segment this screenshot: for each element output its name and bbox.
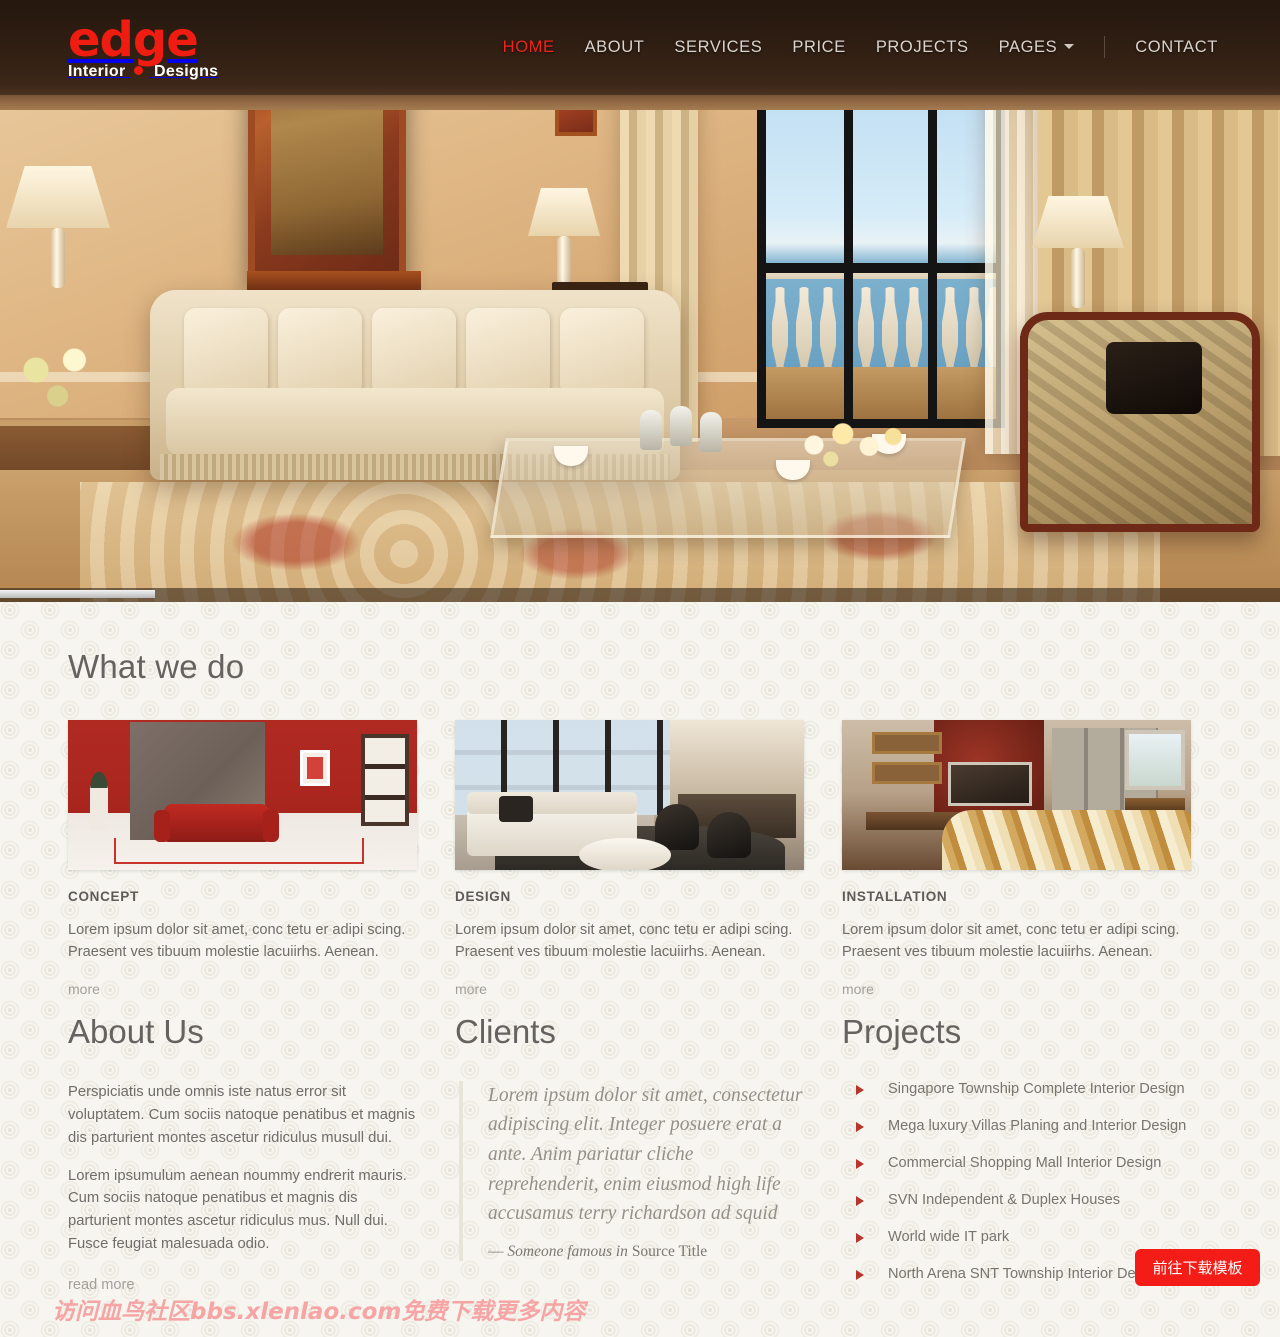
- slider-progress-bar[interactable]: [0, 588, 1280, 602]
- hero-table-lamp: [6, 166, 110, 288]
- hero-window-rail: [766, 263, 996, 273]
- service-card-design[interactable]: DESIGN Lorem ipsum dolor sit amet, conc …: [455, 720, 804, 999]
- about-us-heading: About Us: [68, 1012, 204, 1050]
- project-label: Mega luxury Villas Planing and Interior …: [888, 1117, 1187, 1134]
- service-body: Lorem ipsum dolor sit amet, conc tetu er…: [68, 922, 406, 960]
- nav-item-home[interactable]: HOME: [503, 38, 555, 57]
- main-content: What we do CONCEPT Lorem ipsum dolor sit…: [0, 648, 1280, 1303]
- attribution-name: Someone famous: [507, 1242, 612, 1260]
- site-header: edge Interior Designs HOME ABOUT SERVICE…: [0, 0, 1280, 95]
- nav-item-projects[interactable]: PROJECTS: [876, 38, 969, 57]
- project-label: SVN Independent & Duplex Houses: [888, 1191, 1121, 1208]
- site-logo[interactable]: edge Interior Designs: [68, 12, 238, 81]
- nav-item-contact[interactable]: CONTACT: [1135, 38, 1218, 57]
- hero-window-mullion: [844, 67, 853, 419]
- nav-divider: [1104, 36, 1106, 58]
- chevron-down-icon: [1064, 43, 1075, 49]
- projects-heading: Projects: [842, 1012, 962, 1050]
- what-we-do-heading: What we do: [68, 648, 245, 685]
- site-watermark: 访问血鸟社区bbs.xlenlao.com免费下载更多内容: [52, 1299, 586, 1325]
- logo-wordmark: edge: [68, 12, 199, 68]
- clients-column: Clients Lorem ipsum dolor sit amet, cons…: [455, 1013, 804, 1303]
- project-label: Commercial Shopping Mall Interior Design: [888, 1154, 1162, 1171]
- service-body: Lorem ipsum dolor sit amet, conc tetu er…: [455, 922, 793, 960]
- service-more-link[interactable]: more: [455, 981, 487, 997]
- service-image-concept[interactable]: [68, 720, 417, 870]
- nav-item-about[interactable]: ABOUT: [585, 38, 645, 57]
- logo-tagline-right: Designs: [154, 63, 219, 81]
- service-image-installation[interactable]: [842, 720, 1191, 870]
- triangle-bullet-icon: [856, 1232, 864, 1243]
- triangle-bullet-icon: [856, 1121, 864, 1132]
- main-navigation: HOME ABOUT SERVICES PRICE PROJECTS PAGES…: [503, 36, 1218, 58]
- service-title: CONCEPT: [68, 889, 139, 904]
- clients-heading: Clients: [455, 1012, 556, 1050]
- attribution-dash: —: [488, 1242, 508, 1260]
- service-card-concept[interactable]: CONCEPT Lorem ipsum dolor sit amet, conc…: [68, 720, 417, 999]
- nav-item-services[interactable]: SERVICES: [674, 38, 762, 57]
- service-image-design[interactable]: [455, 720, 804, 870]
- triangle-bullet-icon: [856, 1158, 864, 1169]
- client-testimonial: Lorem ipsum dolor sit amet, consectetur …: [459, 1080, 804, 1261]
- about-us-paragraph-1: Perspiciatis unde omnis iste natus error…: [68, 1083, 416, 1146]
- service-more-link[interactable]: more: [842, 981, 874, 997]
- service-body: Lorem ipsum dolor sit amet, conc tetu er…: [842, 922, 1180, 960]
- list-item[interactable]: Commercial Shopping Mall Interior Design: [842, 1155, 1191, 1171]
- page-wrapper: edge Interior Designs HOME ABOUT SERVICE…: [0, 0, 1280, 1303]
- logo-dot-icon: [134, 66, 144, 76]
- triangle-bullet-icon: [856, 1195, 864, 1206]
- service-more-link[interactable]: more: [68, 981, 100, 997]
- hero-window-mullion: [928, 67, 937, 419]
- testimonial-attribution: — Someone famous in Source Title: [488, 1243, 804, 1261]
- nav-item-price[interactable]: PRICE: [792, 38, 845, 57]
- testimonial-quote: Lorem ipsum dolor sit amet, consectetur …: [488, 1084, 803, 1225]
- project-label: Singapore Township Complete Interior Des…: [888, 1080, 1185, 1097]
- logo-tagline: Interior Designs: [68, 63, 238, 81]
- lower-columns: About Us Perspiciatis unde omnis iste na…: [68, 1013, 1212, 1303]
- project-label: North Arena SNT Township Interior Design: [888, 1265, 1163, 1282]
- project-label: World wide IT park: [888, 1228, 1010, 1245]
- hero-table-lamp: [1032, 196, 1124, 308]
- list-item[interactable]: Singapore Township Complete Interior Des…: [842, 1081, 1191, 1097]
- about-read-more-link[interactable]: read more: [68, 1277, 135, 1293]
- services-grid: CONCEPT Lorem ipsum dolor sit amet, conc…: [68, 720, 1212, 999]
- list-item[interactable]: Mega luxury Villas Planing and Interior …: [842, 1118, 1191, 1134]
- nav-item-pages-label: PAGES: [998, 37, 1058, 56]
- list-item[interactable]: SVN Independent & Duplex Houses: [842, 1192, 1191, 1208]
- service-title: DESIGN: [455, 889, 511, 904]
- logo-tagline-left: Interior: [68, 63, 126, 81]
- hero-table-lamp: [528, 188, 600, 296]
- service-title: INSTALLATION: [842, 889, 948, 904]
- attribution-source: Source Title: [631, 1242, 708, 1260]
- slider-progress-fill: [0, 590, 155, 598]
- hero-balcony-window: [757, 58, 1005, 428]
- about-us-column: About Us Perspiciatis unde omnis iste na…: [68, 1013, 417, 1303]
- download-template-button[interactable]: 前往下载模板: [1135, 1249, 1260, 1286]
- hero-flower-arrangement: [0, 330, 120, 430]
- list-item[interactable]: World wide IT park: [842, 1229, 1191, 1245]
- nav-item-pages[interactable]: PAGES: [999, 38, 1075, 57]
- attribution-in: in: [612, 1242, 632, 1260]
- service-card-installation[interactable]: INSTALLATION Lorem ipsum dolor sit amet,…: [842, 720, 1191, 999]
- hero-table-flowers: [790, 410, 910, 480]
- about-us-paragraph-2: Lorem ipsumulum aenean noummy endrerit m…: [68, 1167, 407, 1253]
- hero-armchair: [1020, 312, 1260, 532]
- triangle-bullet-icon: [856, 1084, 864, 1095]
- triangle-bullet-icon: [856, 1269, 864, 1280]
